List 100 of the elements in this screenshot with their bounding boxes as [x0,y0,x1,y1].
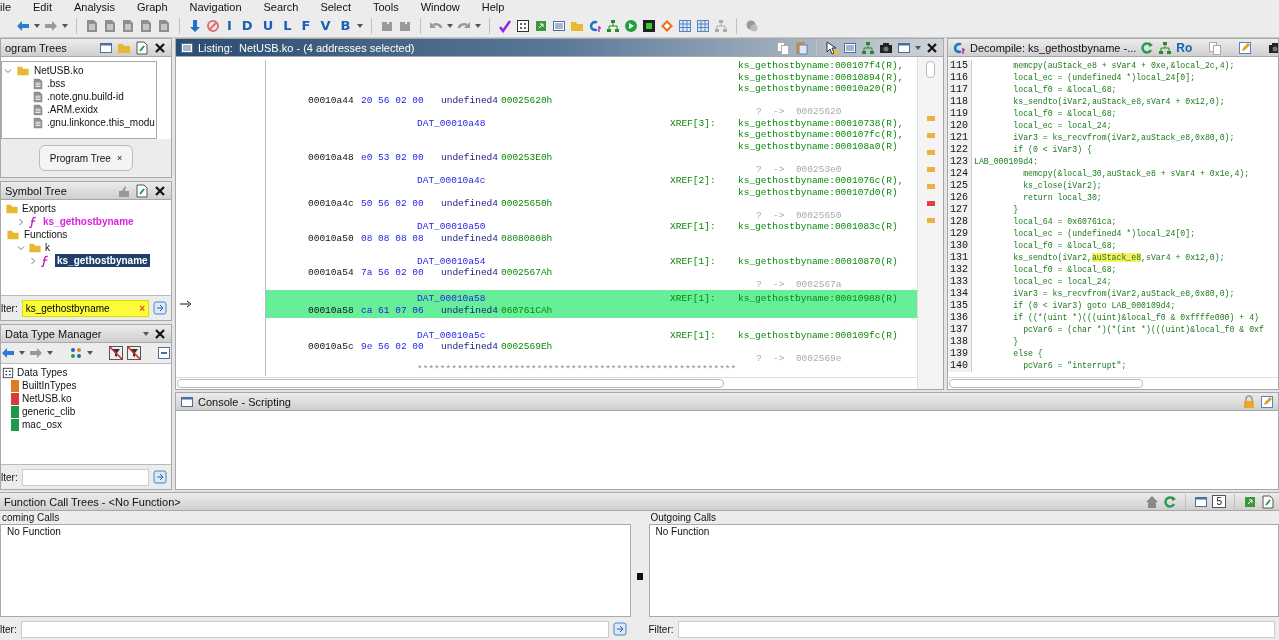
tree-item[interactable]: NetUSB.ko [34,64,84,77]
list-item[interactable]: No Function [7,526,624,537]
data-label[interactable]: DAT_00010a48 [417,117,670,129]
refresh-icon[interactable] [1163,494,1178,509]
scrollbar-thumb[interactable] [949,379,1143,388]
caret-icon[interactable] [62,23,68,28]
xref-link[interactable]: ks_gethostbyname:00010870(R) [738,255,898,267]
overview-marker[interactable] [926,201,935,206]
copy-icon[interactable] [776,40,790,55]
data-label[interactable]: DAT_00010a58 [417,293,670,305]
menu-item[interactable]: Analysis [74,0,115,14]
filter-off-icon[interactable] [109,346,123,360]
binary-icon[interactable] [516,18,531,33]
menu-item[interactable]: Edit [33,0,52,14]
filter-off-icon[interactable] [127,346,141,360]
cursor-icon[interactable] [825,40,839,55]
copy-icon[interactable] [1208,40,1223,55]
window-icon[interactable] [99,40,113,55]
chevron-icon[interactable] [17,243,25,252]
splitter-handle[interactable] [636,572,643,580]
overview-marker[interactable] [926,167,935,172]
menu-item[interactable]: Help [481,0,505,14]
close-icon[interactable] [153,326,167,341]
page-icon[interactable] [85,18,99,33]
page-icon[interactable] [1261,494,1275,509]
xref-link[interactable]: ks_gethostbyname:000109fc(R) [738,329,898,341]
lock-icon[interactable] [1242,394,1256,409]
caret-icon[interactable] [915,45,921,50]
c-function-icon[interactable] [588,18,603,33]
scrollbar-thumb[interactable] [177,379,724,388]
home-icon[interactable] [1145,494,1160,509]
camera-icon[interactable] [879,40,893,55]
caret-icon[interactable] [475,23,482,28]
caret-icon[interactable] [87,351,93,355]
menu-item[interactable]: Window [420,0,460,14]
xref-link[interactable]: ks_gethostbyname:000107f4(R), [738,60,904,72]
list-icon[interactable] [843,40,857,55]
filter-icon[interactable] [153,470,167,484]
page-icon[interactable] [121,18,135,33]
xref-link[interactable]: ks_gethostbyname:00010894(R), [738,71,904,83]
menu-item[interactable]: Select [320,0,351,14]
network-icon[interactable] [714,18,729,33]
filter-icon[interactable] [153,301,167,315]
xref-link[interactable]: ks_gethostbyname:0001083c(R) [738,221,898,233]
tree-item[interactable]: NetUSB.ko [22,392,72,405]
xref-link[interactable]: ks_gethostbyname:0001076c(R), [738,175,904,187]
xref-link[interactable]: ks_gethostbyname:000108a0(R) [738,140,898,152]
dots-icon[interactable] [69,346,83,360]
filter-icon[interactable] [612,622,627,636]
scrollbar-thumb[interactable] [926,61,935,78]
menu-item[interactable]: Graph [136,0,168,14]
menu-item[interactable]: Search [263,0,299,14]
close-icon[interactable] [153,40,167,55]
overview-marker[interactable] [926,218,935,223]
toolbar-button[interactable]: U [259,17,277,34]
window-icon[interactable] [897,40,911,55]
xref-link[interactable]: ks_gethostbyname:000107d0(R) [738,186,898,198]
data-label[interactable]: DAT_00010a5c [417,329,670,341]
page-icon[interactable] [103,18,117,33]
overview-marker[interactable] [926,150,935,155]
page-icon[interactable] [135,183,149,198]
tree-item[interactable]: .gnu.linkonce.this_modu [47,116,155,129]
filter-field[interactable] [677,620,1275,638]
caret-icon[interactable] [447,23,454,28]
checkmark-icon[interactable] [498,18,513,33]
filter-field[interactable] [21,468,149,486]
chevron-icon[interactable] [4,66,12,75]
data-label[interactable]: DAT_00010a50 [417,221,670,233]
page-icon[interactable] [135,40,149,55]
speech-bubble-icon[interactable] [745,18,760,33]
data-label[interactable]: DAT_00010a54 [417,255,670,267]
caret-icon[interactable] [47,351,53,355]
overview-marker[interactable] [926,184,935,189]
toolbar-button[interactable]: L [280,17,295,34]
tree-item[interactable]: generic_clib [22,405,76,418]
thumbs-up-icon[interactable] [117,183,131,198]
list-item[interactable]: No Function [655,526,1272,537]
overview-marker[interactable] [926,116,935,121]
tree-item[interactable]: Functions [24,228,68,241]
caret-icon[interactable] [357,23,364,28]
page-icon[interactable] [139,18,153,33]
toolbar-button[interactable]: D [238,17,256,34]
depth-field[interactable]: 5 [1212,495,1226,508]
no-entry-icon[interactable] [206,18,220,33]
edit-icon[interactable] [1260,394,1274,409]
xref-link[interactable]: ks_gethostbyname:000107fc(R), [738,129,904,141]
tree-item[interactable]: Exports [22,202,56,215]
tree-item[interactable]: k [45,241,50,254]
caret-icon[interactable] [19,351,25,355]
paste-icon[interactable] [794,40,808,55]
toolbar-button[interactable]: F [298,17,314,34]
down-arrow-icon[interactable] [188,18,202,33]
chip-icon[interactable] [642,18,657,33]
close-icon[interactable] [153,183,167,198]
caret-icon[interactable] [143,331,149,336]
refresh-icon[interactable] [1140,40,1155,55]
tab[interactable]: Program Tree × [38,145,134,171]
collapse-icon[interactable] [157,346,171,360]
list-icon[interactable] [552,18,567,33]
edit-icon[interactable] [1238,40,1253,55]
